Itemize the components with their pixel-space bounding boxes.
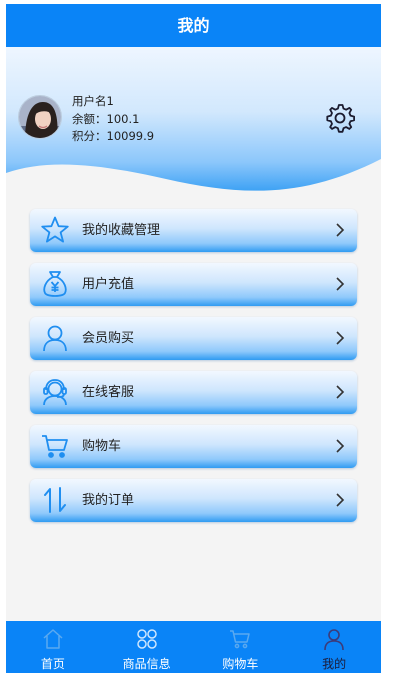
star-icon (41, 216, 69, 243)
menu-item-label: 在线客服 (82, 385, 135, 400)
user-icon (324, 629, 344, 651)
bottom-tab-bar: 首页 商品信息 购物车 我的 (6, 621, 381, 673)
menu-item-favorites[interactable]: 我的收藏管理 (30, 209, 357, 252)
menu-item-recharge[interactable]: 用户充值 (30, 263, 357, 306)
app-frame: 我的 用户名1 余额：100.1 积分：10099.9 我的收藏管理 用户充值 … (6, 4, 381, 673)
avatar[interactable] (18, 95, 62, 139)
menu-item-label: 会员购买 (82, 331, 135, 346)
home-icon (43, 629, 63, 649)
username: 用户名1 (72, 94, 114, 108)
points: 积分：10099.9 (72, 129, 155, 143)
menu-item-label: 我的订单 (82, 493, 135, 508)
tab-products[interactable]: 商品信息 (100, 621, 194, 673)
money-bag-icon (43, 271, 67, 297)
menu-item-label: 用户充值 (82, 277, 135, 292)
tab-mine[interactable]: 我的 (287, 621, 381, 673)
profile-info: 用户名1 余额：100.1 积分：10099.9 (72, 93, 154, 146)
tab-home[interactable]: 首页 (6, 621, 100, 673)
menu-item-cart[interactable]: 购物车 (30, 425, 357, 468)
menu-item-membership[interactable]: 会员购买 (30, 317, 357, 360)
chevron-right-icon (336, 223, 345, 237)
settings-gear-icon[interactable] (324, 102, 356, 134)
chevron-right-icon (336, 493, 345, 507)
chevron-right-icon (336, 331, 345, 345)
menu-list: 我的收藏管理 用户充值 会员购买 在线客服 购物车 我的订单 (30, 209, 357, 533)
tab-label: 首页 (40, 657, 65, 671)
sort-arrows-icon (44, 487, 66, 513)
menu-item-label: 购物车 (82, 439, 122, 454)
cart-icon (42, 435, 68, 458)
profile-header: 用户名1 余额：100.1 积分：10099.9 (6, 47, 381, 197)
chevron-right-icon (336, 385, 345, 399)
balance: 余额：100.1 (72, 111, 140, 126)
tab-cart[interactable]: 购物车 (194, 621, 288, 673)
tab-label: 购物车 (222, 657, 259, 671)
chevron-right-icon (336, 277, 345, 291)
cart-icon (230, 630, 251, 649)
page-title: 我的 (6, 4, 381, 47)
chevron-right-icon (336, 439, 345, 453)
menu-item-label: 我的收藏管理 (82, 223, 161, 238)
menu-item-online-service[interactable]: 在线客服 (30, 371, 357, 414)
menu-item-orders[interactable]: 我的订单 (30, 479, 357, 522)
tab-label: 商品信息 (122, 657, 171, 671)
user-icon (43, 325, 67, 352)
customer-service-icon (43, 379, 67, 406)
grid-icon (136, 629, 157, 649)
tab-label: 我的 (322, 657, 347, 671)
